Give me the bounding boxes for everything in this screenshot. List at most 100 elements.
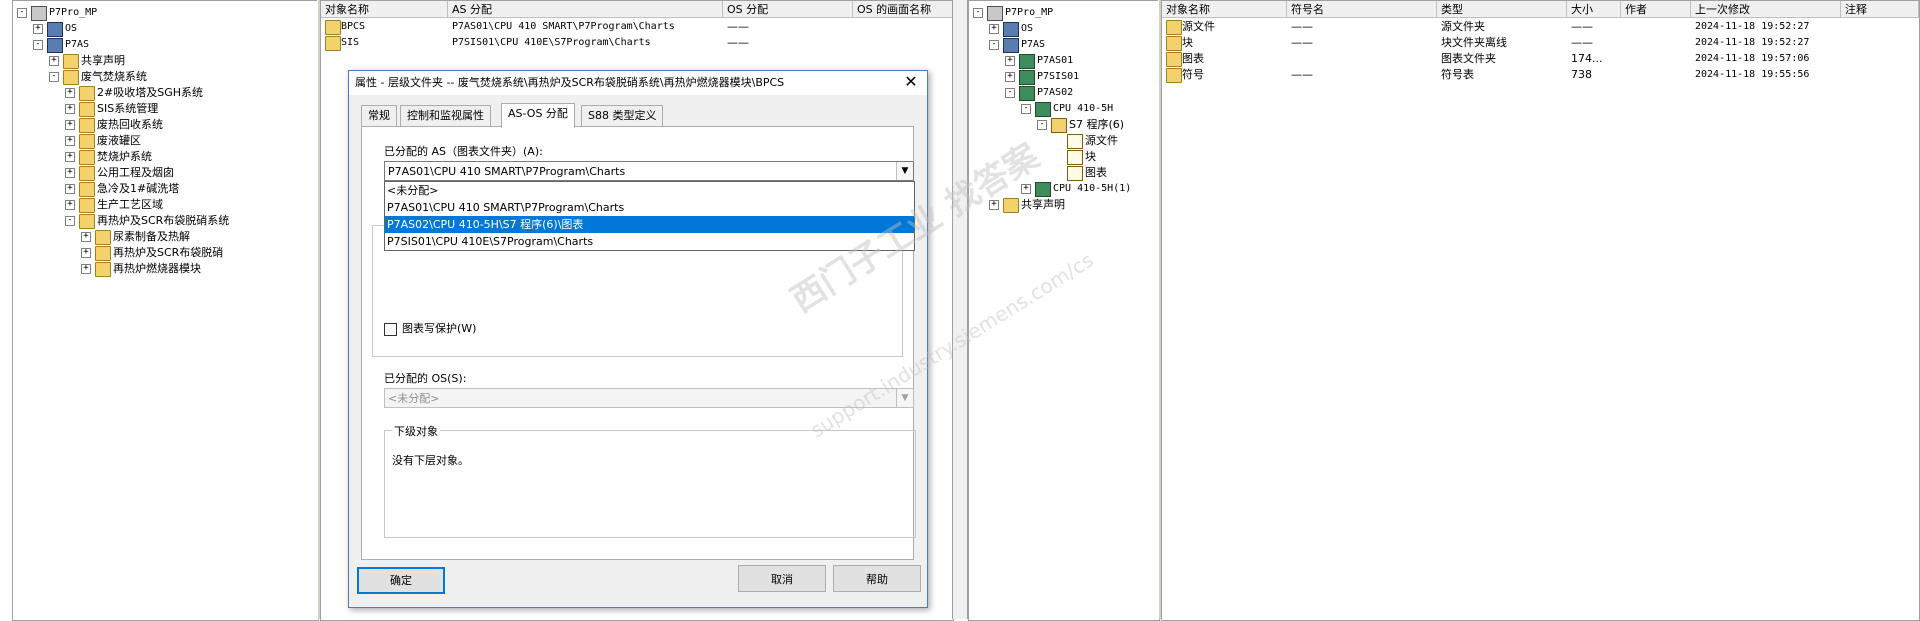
folder-icon [79, 214, 95, 229]
tree-item-label: CPU 410-5H [1053, 103, 1114, 114]
cpu-icon [1035, 102, 1051, 117]
ok-button[interactable]: 确定 [357, 567, 445, 594]
folder-icon [1166, 52, 1182, 67]
expand-icon[interactable]: + [65, 152, 75, 162]
column-header[interactable]: 符号名 [1287, 1, 1437, 18]
left-tree-pane[interactable]: - P7Pro_MP + OS - P7AS + 共享声明 - 废气焚烧系统 +2#吸收塔及SGH系… [12, 0, 319, 621]
collapse-icon[interactable]: - [65, 216, 75, 226]
collapse-icon[interactable]: - [49, 72, 59, 82]
folder-icon [95, 246, 111, 261]
doc-icon [1067, 134, 1083, 149]
left-project-tree[interactable]: - P7Pro_MP + OS - P7AS + 共享声明 - 废气焚烧系统 +2#吸收塔及SGH系… [13, 5, 318, 620]
chevron-down-icon[interactable]: ▼ [896, 162, 913, 180]
table-row[interactable]: SIS P7SIS01\CPU 410E\S7Program\Charts —— [321, 35, 953, 51]
dropdown-option[interactable]: <未分配> [385, 182, 914, 199]
table-row[interactable]: 源文件 —— 源文件夹 —— 2024-11-18 19:52:27 [1162, 19, 1919, 35]
expand-icon[interactable]: + [1005, 56, 1015, 66]
dropdown-option[interactable]: P7AS01\CPU 410 SMART\P7Program\Charts [385, 199, 914, 216]
table-row[interactable]: 块 —— 块文件夹离线 —— 2024-11-18 19:52:27 [1162, 35, 1919, 51]
right-list-pane[interactable]: 对象名称 符号名 类型 大小 作者 上一次修改 注释 源文件 —— 源文件夹 —— 2024-11-1… [1161, 0, 1920, 621]
expand-icon[interactable]: + [65, 168, 75, 178]
expand-icon[interactable]: + [65, 200, 75, 210]
tab-control-monitor-label: 控制和监视属性 [407, 109, 484, 122]
expand-icon[interactable]: + [65, 120, 75, 130]
tab-general[interactable]: 常规 [361, 105, 397, 126]
collapse-icon[interactable]: - [989, 40, 999, 50]
expand-icon[interactable]: + [65, 104, 75, 114]
help-button[interactable]: 帮助 [833, 565, 921, 592]
proj-icon [987, 6, 1003, 21]
dropdown-option[interactable]: P7SIS01\CPU 410E\S7Program\Charts [385, 233, 914, 250]
collapse-icon[interactable]: - [1005, 88, 1015, 98]
expand-icon[interactable]: + [81, 248, 91, 258]
right-tree-pane[interactable]: - P7Pro_MP + OS - P7AS + P7AS01 + P7SIS01- P7AS02-… [968, 0, 1160, 621]
as-dropdown-list[interactable]: <未分配> P7AS01\CPU 410 SMART\P7Program\Char… [384, 181, 915, 251]
column-header[interactable]: 对象名称 [1162, 1, 1287, 18]
table-cell: 2024-11-18 19:52:27 [1695, 37, 1810, 48]
dialog-title-bar[interactable]: 属性 - 层级文件夹 -- 废气焚烧系统\再热炉及SCR布袋脱硝系统\再热炉燃烧… [349, 71, 927, 95]
folder-icon [79, 150, 95, 165]
tab-panel: 已分配的 AS（图表文件夹）(A): P7AS01\CPU 410 SMART\… [361, 126, 916, 560]
collapse-icon[interactable]: - [33, 40, 43, 50]
expand-icon[interactable]: + [81, 264, 91, 274]
tree-item-label: 再热炉及SCR布袋脱硝 [113, 246, 224, 259]
tab-s88-type[interactable]: S88 类型定义 [581, 105, 664, 126]
expand-icon[interactable]: + [989, 24, 999, 34]
expand-icon[interactable]: + [65, 136, 75, 146]
chevron-down-icon[interactable]: ▼ [896, 389, 913, 407]
expand-icon[interactable]: + [1021, 184, 1031, 194]
expand-icon[interactable]: + [49, 56, 59, 66]
station-icon [47, 38, 63, 53]
table-row[interactable]: 图表 图表文件夹 174... 2024-11-18 19:57:06 [1162, 51, 1919, 67]
folder-icon [79, 134, 95, 149]
folder-icon [1166, 36, 1182, 51]
table-cell [1625, 19, 1689, 35]
collapse-icon[interactable]: - [973, 8, 983, 18]
column-header[interactable]: AS 分配 [448, 1, 723, 18]
tree-item-label: 废热回收系统 [97, 118, 163, 131]
properties-dialog[interactable]: 属性 - 层级文件夹 -- 废气焚烧系统\再热炉及SCR布袋脱硝系统\再热炉燃烧… [348, 70, 928, 608]
column-header[interactable]: 注释 [1841, 1, 1919, 18]
close-icon[interactable]: ✕ [903, 74, 919, 90]
tab-as-os-assignment[interactable]: AS-OS 分配 [501, 103, 575, 128]
column-header[interactable]: 类型 [1437, 1, 1567, 18]
os-combobox[interactable]: <未分配> ▼ [384, 388, 914, 408]
table-cell: 738 [1571, 68, 1592, 81]
column-header[interactable]: OS 分配 [723, 1, 853, 18]
expand-icon[interactable]: + [65, 184, 75, 194]
tab-s88-label: S88 类型定义 [588, 109, 657, 122]
column-header[interactable]: 上一次修改 [1691, 1, 1841, 18]
right-object-list[interactable]: 对象名称 符号名 类型 大小 作者 上一次修改 注释 源文件 —— 源文件夹 —— 2024-11-1… [1162, 1, 1919, 620]
column-header[interactable]: 对象名称 [321, 1, 448, 18]
tree-item-label: 2#吸收塔及SGH系统 [97, 86, 203, 99]
column-header[interactable]: OS 的画面名称 [853, 1, 953, 18]
cpu-icon [1019, 54, 1035, 69]
write-protect-label[interactable]: 图表写保护(W) [402, 320, 476, 336]
collapse-icon[interactable]: - [1037, 120, 1047, 130]
expand-icon[interactable]: + [989, 200, 999, 210]
cpu-icon [1019, 86, 1035, 101]
right-project-tree[interactable]: - P7Pro_MP + OS - P7AS + P7AS01 + P7SIS01- P7AS02-… [969, 5, 1159, 620]
collapse-icon[interactable]: - [17, 8, 27, 18]
folder-icon [79, 86, 95, 101]
expand-icon[interactable]: + [33, 24, 43, 34]
column-header[interactable]: 作者 [1621, 1, 1691, 18]
table-row[interactable]: 符号 —— 符号表 738 2024-11-18 19:55:56 [1162, 67, 1919, 83]
cpu-icon [1019, 70, 1035, 85]
table-cell: —— [727, 36, 749, 49]
tree-item-label: CPU 410-5H(1) [1053, 183, 1132, 194]
collapse-icon[interactable]: - [1021, 104, 1031, 114]
dropdown-option[interactable]: P7AS02\CPU 410-5H\S7 程序(6)\图表 [385, 216, 914, 233]
as-combobox[interactable]: P7AS01\CPU 410 SMART\P7Program\Charts ▼ [384, 161, 914, 181]
tree-item-label: 公用工程及烟囱 [97, 166, 174, 179]
expand-icon[interactable]: + [1005, 72, 1015, 82]
cancel-button[interactable]: 取消 [738, 565, 826, 592]
table-row[interactable]: BPCS P7AS01\CPU 410 SMART\P7Program\Chart… [321, 19, 953, 35]
table-cell: 源文件 [1182, 20, 1215, 33]
column-header[interactable]: 大小 [1567, 1, 1621, 18]
tab-control-monitor[interactable]: 控制和监视属性 [400, 105, 491, 126]
write-protect-checkbox[interactable] [384, 323, 397, 336]
tree-item-label: 尿素制备及热解 [113, 230, 190, 243]
expand-icon[interactable]: + [81, 232, 91, 242]
expand-icon[interactable]: + [65, 88, 75, 98]
